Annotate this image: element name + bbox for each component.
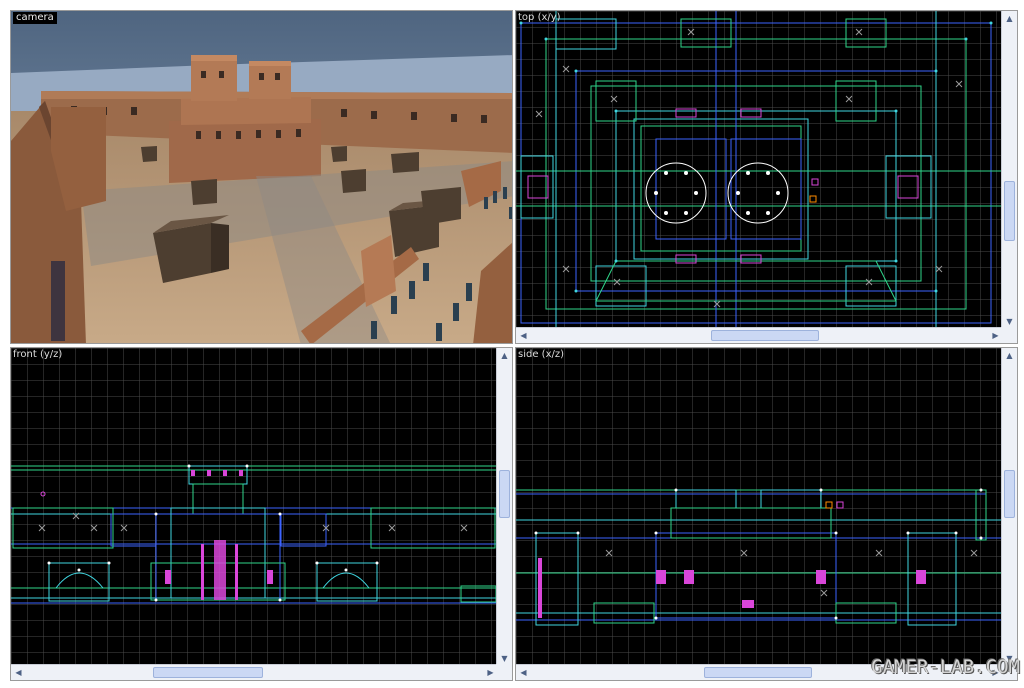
side-hscroll-thumb[interactable] — [704, 667, 812, 678]
front-scroll-corner — [496, 664, 512, 680]
top-hscroll-thumb[interactable] — [711, 330, 819, 341]
side-scroll-up-button[interactable]: ▲ — [1002, 348, 1017, 363]
top-vscroll-thumb[interactable] — [1004, 181, 1015, 241]
camera-viewport[interactable]: camera — [10, 10, 513, 344]
top-viewport[interactable]: top (x/y) ▲ ▼ ◀ ▶ — [515, 10, 1018, 344]
front-wireframe — [11, 348, 498, 666]
side-vertical-scrollbar[interactable]: ▲ ▼ — [1001, 348, 1017, 666]
front-horizontal-scrollbar[interactable]: ◀ ▶ — [11, 664, 498, 680]
watermark-logo: GAMER-LAB.COM — [871, 656, 1020, 678]
front-vertical-scrollbar[interactable]: ▲ ▼ — [496, 348, 512, 666]
side-wireframe — [516, 348, 1003, 666]
side-scroll-left-button[interactable]: ◀ — [516, 665, 531, 680]
side-viewport-label: side (x/z) — [518, 349, 565, 360]
front-scroll-left-button[interactable]: ◀ — [11, 665, 26, 680]
top-scroll-left-button[interactable]: ◀ — [516, 328, 531, 343]
top-viewport-label: top (x/y) — [518, 12, 561, 23]
camera-viewport-label: camera — [13, 12, 57, 24]
front-scroll-up-button[interactable]: ▲ — [497, 348, 512, 363]
top-vertical-scrollbar[interactable]: ▲ ▼ — [1001, 11, 1017, 329]
front-viewport-label: front (y/z) — [13, 349, 63, 360]
side-viewport[interactable]: side (x/z) ▲ ▼ ◀ ▶ — [515, 347, 1018, 681]
side-vscroll-thumb[interactable] — [1004, 470, 1015, 518]
top-scroll-up-button[interactable]: ▲ — [1002, 11, 1017, 26]
front-hscroll-thumb[interactable] — [153, 667, 263, 678]
front-viewport[interactable]: front (y/z) ▲ ▼ ◀ ▶ — [10, 347, 513, 681]
top-wireframe — [516, 11, 1003, 329]
front-vscroll-thumb[interactable] — [499, 470, 510, 518]
camera-3d-render — [11, 11, 512, 343]
top-horizontal-scrollbar[interactable]: ◀ ▶ — [516, 327, 1003, 343]
top-scroll-corner — [1001, 327, 1017, 343]
